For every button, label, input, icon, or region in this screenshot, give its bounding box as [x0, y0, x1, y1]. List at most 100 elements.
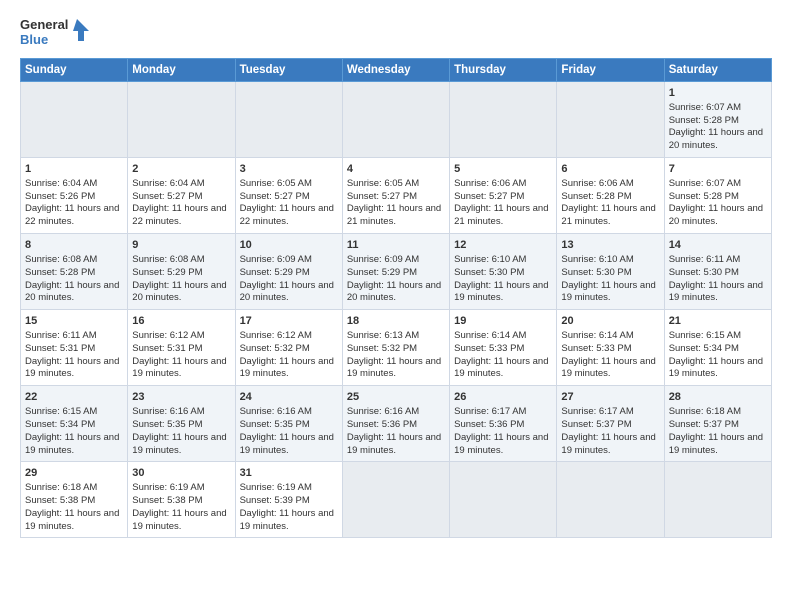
- calendar-cell: 25Sunrise: 6:16 AMSunset: 5:36 PMDayligh…: [342, 386, 449, 462]
- sunset: Sunset: 5:29 PM: [347, 267, 417, 278]
- day-number: 21: [669, 314, 767, 329]
- logo-text-general: General: [20, 18, 68, 33]
- day-number: 31: [240, 466, 338, 481]
- daylight: Daylight: 11 hours and 19 minutes.: [561, 432, 655, 456]
- sunset: Sunset: 5:37 PM: [669, 419, 739, 430]
- calendar-cell: [235, 81, 342, 157]
- page: General Blue SundayMondayTuesdayWednesda…: [0, 0, 792, 612]
- sunrise: Sunrise: 6:15 AM: [25, 406, 97, 417]
- day-number: 16: [132, 314, 230, 329]
- calendar-cell: 14Sunrise: 6:11 AMSunset: 5:30 PMDayligh…: [664, 234, 771, 310]
- day-number: 22: [25, 390, 123, 405]
- day-number: 1: [669, 86, 767, 101]
- daylight: Daylight: 11 hours and 19 minutes.: [240, 356, 334, 380]
- sunset: Sunset: 5:30 PM: [561, 267, 631, 278]
- calendar-cell: 8Sunrise: 6:08 AMSunset: 5:28 PMDaylight…: [21, 234, 128, 310]
- daylight: Daylight: 11 hours and 22 minutes.: [25, 203, 119, 227]
- calendar-cell: 15Sunrise: 6:11 AMSunset: 5:31 PMDayligh…: [21, 310, 128, 386]
- sunrise: Sunrise: 6:05 AM: [240, 178, 312, 189]
- calendar-cell: 19Sunrise: 6:14 AMSunset: 5:33 PMDayligh…: [450, 310, 557, 386]
- daylight: Daylight: 11 hours and 19 minutes.: [132, 508, 226, 532]
- daylight: Daylight: 11 hours and 21 minutes.: [561, 203, 655, 227]
- daylight: Daylight: 11 hours and 19 minutes.: [454, 356, 548, 380]
- calendar-cell: [128, 81, 235, 157]
- sunrise: Sunrise: 6:08 AM: [132, 254, 204, 265]
- sunrise: Sunrise: 6:09 AM: [240, 254, 312, 265]
- day-number: 15: [25, 314, 123, 329]
- calendar-cell: 10Sunrise: 6:09 AMSunset: 5:29 PMDayligh…: [235, 234, 342, 310]
- sunset: Sunset: 5:38 PM: [25, 495, 95, 506]
- sunrise: Sunrise: 6:16 AM: [240, 406, 312, 417]
- sunrise: Sunrise: 6:07 AM: [669, 102, 741, 113]
- calendar-table: SundayMondayTuesdayWednesdayThursdayFrid…: [20, 58, 772, 539]
- logo: General Blue: [20, 18, 91, 48]
- day-number: 3: [240, 162, 338, 177]
- calendar-cell: [450, 462, 557, 538]
- daylight: Daylight: 11 hours and 19 minutes.: [25, 356, 119, 380]
- calendar-cell: 7Sunrise: 6:07 AMSunset: 5:28 PMDaylight…: [664, 157, 771, 233]
- sunrise: Sunrise: 6:16 AM: [132, 406, 204, 417]
- calendar-cell: 20Sunrise: 6:14 AMSunset: 5:33 PMDayligh…: [557, 310, 664, 386]
- calendar-cell: [21, 81, 128, 157]
- sunrise: Sunrise: 6:10 AM: [454, 254, 526, 265]
- calendar-cell: 13Sunrise: 6:10 AMSunset: 5:30 PMDayligh…: [557, 234, 664, 310]
- sunset: Sunset: 5:34 PM: [669, 343, 739, 354]
- sunrise: Sunrise: 6:14 AM: [454, 330, 526, 341]
- daylight: Daylight: 11 hours and 19 minutes.: [347, 432, 441, 456]
- day-number: 12: [454, 238, 552, 253]
- daylight: Daylight: 11 hours and 19 minutes.: [454, 280, 548, 304]
- calendar-day-header: Tuesday: [235, 58, 342, 81]
- sunrise: Sunrise: 6:19 AM: [240, 482, 312, 493]
- daylight: Daylight: 11 hours and 19 minutes.: [132, 356, 226, 380]
- sunset: Sunset: 5:28 PM: [25, 267, 95, 278]
- calendar-cell: 28Sunrise: 6:18 AMSunset: 5:37 PMDayligh…: [664, 386, 771, 462]
- day-number: 20: [561, 314, 659, 329]
- daylight: Daylight: 11 hours and 20 minutes.: [25, 280, 119, 304]
- calendar-cell: 22Sunrise: 6:15 AMSunset: 5:34 PMDayligh…: [21, 386, 128, 462]
- sunset: Sunset: 5:32 PM: [347, 343, 417, 354]
- sunset: Sunset: 5:27 PM: [240, 191, 310, 202]
- day-number: 1: [25, 162, 123, 177]
- daylight: Daylight: 11 hours and 19 minutes.: [25, 432, 119, 456]
- sunset: Sunset: 5:27 PM: [347, 191, 417, 202]
- calendar-cell: 18Sunrise: 6:13 AMSunset: 5:32 PMDayligh…: [342, 310, 449, 386]
- sunrise: Sunrise: 6:17 AM: [454, 406, 526, 417]
- sunset: Sunset: 5:36 PM: [347, 419, 417, 430]
- sunrise: Sunrise: 6:18 AM: [669, 406, 741, 417]
- day-number: 17: [240, 314, 338, 329]
- calendar-day-header: Monday: [128, 58, 235, 81]
- sunrise: Sunrise: 6:19 AM: [132, 482, 204, 493]
- daylight: Daylight: 11 hours and 20 minutes.: [132, 280, 226, 304]
- calendar-week-row: 29Sunrise: 6:18 AMSunset: 5:38 PMDayligh…: [21, 462, 772, 538]
- daylight: Daylight: 11 hours and 20 minutes.: [240, 280, 334, 304]
- sunset: Sunset: 5:35 PM: [132, 419, 202, 430]
- calendar-cell: [450, 81, 557, 157]
- daylight: Daylight: 11 hours and 19 minutes.: [669, 280, 763, 304]
- day-number: 4: [347, 162, 445, 177]
- calendar-cell: [342, 462, 449, 538]
- sunset: Sunset: 5:27 PM: [132, 191, 202, 202]
- day-number: 27: [561, 390, 659, 405]
- day-number: 10: [240, 238, 338, 253]
- calendar-cell: 23Sunrise: 6:16 AMSunset: 5:35 PMDayligh…: [128, 386, 235, 462]
- daylight: Daylight: 11 hours and 19 minutes.: [561, 356, 655, 380]
- daylight: Daylight: 11 hours and 22 minutes.: [132, 203, 226, 227]
- day-number: 6: [561, 162, 659, 177]
- sunrise: Sunrise: 6:09 AM: [347, 254, 419, 265]
- daylight: Daylight: 11 hours and 19 minutes.: [240, 432, 334, 456]
- calendar-cell: 24Sunrise: 6:16 AMSunset: 5:35 PMDayligh…: [235, 386, 342, 462]
- calendar-cell: [664, 462, 771, 538]
- day-number: 2: [132, 162, 230, 177]
- day-number: 26: [454, 390, 552, 405]
- calendar-cell: 16Sunrise: 6:12 AMSunset: 5:31 PMDayligh…: [128, 310, 235, 386]
- sunrise: Sunrise: 6:04 AM: [25, 178, 97, 189]
- calendar-day-header: Wednesday: [342, 58, 449, 81]
- daylight: Daylight: 11 hours and 19 minutes.: [25, 508, 119, 532]
- sunset: Sunset: 5:30 PM: [669, 267, 739, 278]
- calendar-cell: [557, 81, 664, 157]
- calendar-week-row: 22Sunrise: 6:15 AMSunset: 5:34 PMDayligh…: [21, 386, 772, 462]
- calendar-cell: 9Sunrise: 6:08 AMSunset: 5:29 PMDaylight…: [128, 234, 235, 310]
- daylight: Daylight: 11 hours and 20 minutes.: [669, 203, 763, 227]
- sunrise: Sunrise: 6:11 AM: [669, 254, 741, 265]
- sunrise: Sunrise: 6:07 AM: [669, 178, 741, 189]
